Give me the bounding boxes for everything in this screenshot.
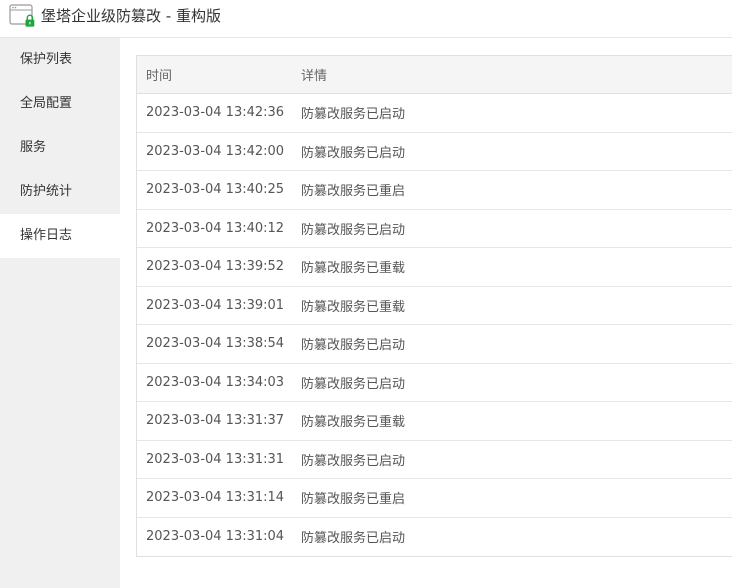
log-time: 2023-03-04 13:38:54 (146, 336, 285, 352)
table-row: 2023-03-04 13:34:03 防篡改服务已启动 (137, 364, 732, 402)
table-row: 2023-03-04 13:40:12 防篡改服务已启动 (137, 210, 732, 248)
main-content: 时间 详情 2023-03-04 13:42:36 防篡改服务已启动 2023-… (120, 38, 732, 588)
table-row: 2023-03-04 13:31:31 防篡改服务已启动 (137, 441, 732, 479)
title-bar: 堡塔企业级防篡改 - 重构版 (0, 0, 732, 38)
log-detail: 防篡改服务已重启 (301, 492, 406, 508)
log-time: 2023-03-04 13:31:14 (146, 490, 285, 506)
table-row: 2023-03-04 13:40:25 防篡改服务已重启 (137, 171, 732, 210)
log-time: 2023-03-04 13:40:12 (146, 220, 285, 236)
sidebar-item-operation-log[interactable]: 操作日志 (0, 214, 120, 258)
app-window-lock-icon (9, 4, 37, 28)
operation-log-table: 时间 详情 2023-03-04 13:42:36 防篡改服务已启动 2023-… (136, 55, 732, 557)
log-detail: 防篡改服务已重载 (301, 415, 406, 431)
log-time: 2023-03-04 13:40:25 (146, 182, 285, 198)
log-detail: 防篡改服务已启动 (301, 453, 406, 469)
column-header-time: 时间 (146, 69, 173, 84)
log-detail: 防篡改服务已重载 (301, 299, 406, 315)
table-row: 2023-03-04 13:39:52 防篡改服务已重载 (137, 248, 732, 287)
sidebar-item-protection-stats[interactable]: 防护统计 (0, 170, 120, 214)
table-row: 2023-03-04 13:42:00 防篡改服务已启动 (137, 133, 732, 171)
log-detail: 防篡改服务已启动 (301, 338, 406, 354)
log-detail: 防篡改服务已启动 (301, 107, 406, 123)
log-detail: 防篡改服务已重启 (301, 184, 406, 200)
column-header-detail: 详情 (301, 69, 328, 84)
log-time: 2023-03-04 13:31:37 (146, 413, 285, 429)
log-time: 2023-03-04 13:31:04 (146, 529, 285, 545)
log-detail: 防篡改服务已启动 (301, 145, 406, 161)
table-row: 2023-03-04 13:31:04 防篡改服务已启动 (137, 518, 732, 557)
log-time: 2023-03-04 13:42:36 (146, 105, 285, 121)
log-detail: 防篡改服务已启动 (301, 531, 406, 547)
table-header: 时间 详情 (137, 56, 732, 94)
sidebar-item-protection-list[interactable]: 保护列表 (0, 38, 120, 82)
table-row: 2023-03-04 13:31:37 防篡改服务已重载 (137, 402, 732, 441)
table-row: 2023-03-04 13:31:14 防篡改服务已重启 (137, 479, 732, 518)
table-row: 2023-03-04 13:38:54 防篡改服务已启动 (137, 325, 732, 364)
log-time: 2023-03-04 13:34:03 (146, 374, 285, 390)
sidebar-item-global-config[interactable]: 全局配置 (0, 82, 120, 126)
log-detail: 防篡改服务已启动 (301, 222, 406, 238)
table-row: 2023-03-04 13:39:01 防篡改服务已重载 (137, 287, 732, 325)
sidebar-item-service[interactable]: 服务 (0, 126, 120, 170)
log-time: 2023-03-04 13:39:01 (146, 297, 285, 313)
log-time: 2023-03-04 13:39:52 (146, 259, 285, 275)
log-time: 2023-03-04 13:42:00 (146, 143, 285, 159)
table-row: 2023-03-04 13:42:36 防篡改服务已启动 (137, 94, 732, 133)
log-detail: 防篡改服务已启动 (301, 376, 406, 392)
log-detail: 防篡改服务已重载 (301, 261, 406, 277)
sidebar-nav: 保护列表 全局配置 服务 防护统计 操作日志 (0, 38, 120, 588)
log-time: 2023-03-04 13:31:31 (146, 451, 285, 467)
window-title: 堡塔企业级防篡改 - 重构版 (41, 7, 221, 25)
